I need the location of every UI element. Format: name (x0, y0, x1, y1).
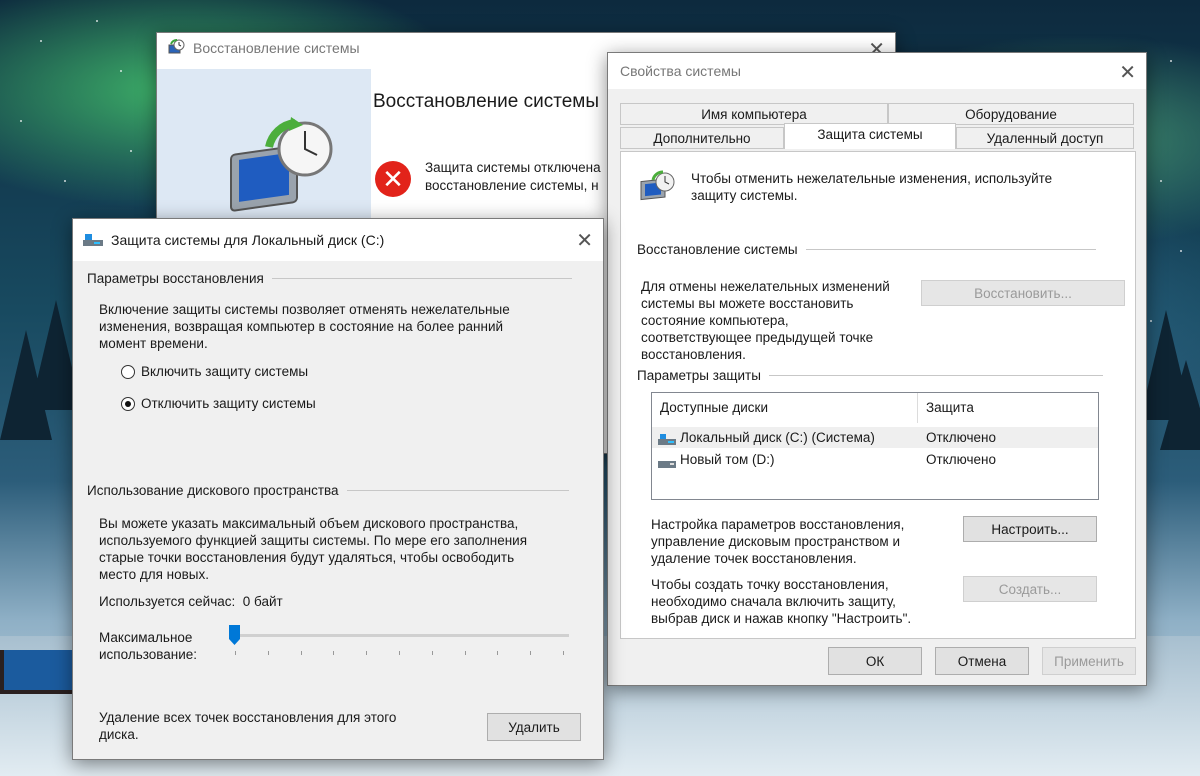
window-title: Свойства системы (620, 63, 741, 79)
configure-button[interactable]: Настроить... (963, 516, 1097, 542)
close-button[interactable]: ✕ (1119, 60, 1136, 85)
cancel-button[interactable]: Отмена (935, 647, 1029, 675)
table-row[interactable]: Новый том (D:) Отключено (652, 449, 1098, 470)
drive-name: Локальный диск (C:) (Система) (680, 430, 875, 445)
window-title: Защита системы для Локальный диск (C:) (111, 232, 385, 248)
slider-tick (497, 651, 499, 655)
drives-table: Доступные диски Защита Локальный диск (C… (651, 392, 1099, 500)
tab-advanced[interactable]: Дополнительно (620, 127, 784, 149)
radio-disable-protection[interactable]: Отключить защиту системы (121, 396, 316, 411)
restore-message: Защита системы отключена восстановление … (425, 160, 601, 193)
drive-protection-dialog: Защита системы для Локальный диск (C:) ✕… (72, 218, 604, 760)
error-icon: ✕ (375, 161, 411, 197)
radio-enable-protection[interactable]: Включить защиту системы (121, 364, 308, 379)
restore-description: Для отмены нежелательных изменений систе… (641, 279, 890, 362)
column-header-protection[interactable]: Защита (918, 393, 1096, 423)
tab-computer-name[interactable]: Имя компьютера (620, 103, 888, 125)
system-protection-icon (640, 170, 675, 201)
close-button[interactable]: ✕ (576, 228, 593, 253)
radio-button[interactable] (121, 364, 135, 379)
drive-icon (83, 233, 103, 247)
delete-button[interactable]: Удалить (487, 713, 581, 741)
tab-remote[interactable]: Удаленный доступ (956, 127, 1134, 149)
slider-tick (267, 651, 269, 655)
restore-illustration-icon (230, 117, 333, 212)
slider-tick (333, 651, 335, 655)
max-usage-label: Максимальное использование: (99, 630, 198, 662)
delete-description: Удаление всех точек восстановления для э… (99, 710, 397, 742)
current-usage-value: 0 байт (242, 594, 283, 609)
sled (0, 650, 78, 694)
window-title: Восстановление системы (193, 40, 360, 56)
max-usage-slider-track[interactable] (233, 634, 569, 637)
tab-system-protection[interactable]: Защита системы (784, 123, 956, 149)
create-description: Чтобы создать точку восстановления, необ… (651, 577, 912, 626)
current-usage: Используется сейчас: 0 байт (99, 594, 283, 609)
create-button[interactable]: Создать... (963, 576, 1097, 602)
slider-tick (431, 651, 433, 655)
slider-tick (235, 651, 236, 655)
drive-status: Отключено (926, 452, 996, 467)
slider-tick (366, 651, 368, 655)
restore-app-icon (167, 39, 185, 57)
column-header-drives[interactable]: Доступные диски (652, 393, 918, 423)
title-bar: Защита системы для Локальный диск (C:) ✕ (73, 219, 603, 261)
restore-heading: Восстановление системы (373, 91, 600, 112)
drive-status: Отключено (926, 430, 996, 445)
slider-tick (399, 651, 400, 655)
system-drive-icon (658, 431, 676, 445)
max-usage-slider-thumb[interactable] (229, 625, 240, 645)
table-row[interactable]: Локальный диск (C:) (Система) Отключено (652, 427, 1098, 448)
protection-group-title: Параметры защиты (637, 368, 1103, 383)
drive-icon (658, 454, 676, 468)
disk-usage-description: Вы можете указать максимальный объем дис… (99, 516, 528, 582)
apply-button[interactable]: Применить (1042, 647, 1136, 675)
drive-name: Новый том (D:) (680, 452, 775, 467)
slider-tick (530, 651, 532, 655)
slider-tick (563, 651, 564, 655)
restore-button[interactable]: Восстановить... (921, 280, 1125, 306)
intro-text: Чтобы отменить нежелательные изменения, … (691, 171, 1053, 203)
restore-settings-description: Включение защиты системы позволяет отмен… (99, 302, 510, 351)
slider-tick (464, 651, 466, 655)
slider-tick (300, 651, 302, 655)
restore-group-title: Восстановление системы (637, 242, 1096, 257)
system-protection-pane: Чтобы отменить нежелательные изменения, … (620, 151, 1136, 639)
title-bar: Свойства системы ✕ (608, 53, 1146, 89)
ok-button[interactable]: ОК (828, 647, 922, 675)
radio-button[interactable] (121, 396, 135, 411)
restore-settings-group-title: Параметры восстановления (87, 271, 572, 286)
system-properties-window: Свойства системы ✕ Имя компьютера Оборуд… (607, 52, 1147, 686)
disk-usage-group-title: Использование дискового пространства (87, 483, 569, 498)
tab-hardware[interactable]: Оборудование (888, 103, 1134, 125)
configure-description: Настройка параметров восстановления, упр… (651, 517, 905, 566)
